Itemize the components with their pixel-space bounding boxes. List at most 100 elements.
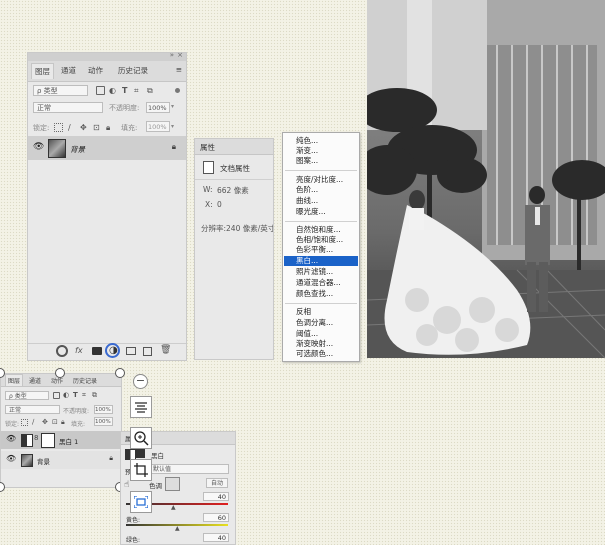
filter-smart-icon[interactable]: ⧉ [92, 391, 97, 400]
tab-layers[interactable]: 图层 [5, 374, 24, 386]
fit-screen-icon[interactable] [130, 491, 152, 513]
filter-adjust-icon[interactable]: ◐ [63, 391, 69, 400]
eye-icon[interactable]: 👁︎ [33, 142, 44, 152]
lock-artboard-icon[interactable]: ⊡ [93, 123, 100, 132]
red-value[interactable]: 40 [203, 492, 229, 501]
tab-channels[interactable]: 通道 [61, 65, 76, 76]
properties-title: 属性 [200, 143, 215, 152]
layer-name[interactable]: 黑白 1 [59, 436, 78, 446]
layer-name[interactable]: 背景 [37, 456, 50, 466]
menu-item-selective-color[interactable]: 可选颜色... [296, 349, 333, 359]
fill-label: 填充: [71, 421, 86, 428]
filter-type-icon[interactable]: T [122, 86, 127, 95]
fill-input[interactable]: 100% [146, 121, 170, 132]
menu-separator [285, 170, 357, 171]
x-value[interactable]: 0 [217, 200, 222, 209]
panel-menu-icon[interactable]: ≡ [176, 65, 182, 74]
lock-artboard-icon[interactable]: ⊡ [52, 418, 58, 427]
resize-handle-tr[interactable] [115, 368, 125, 378]
zoom-out-button[interactable]: − [133, 374, 148, 389]
panel-tabs: 图层 通道 动作 历史记录 ≡ [28, 61, 186, 82]
menu-item-channel-mixer[interactable]: 通道混合器... [296, 278, 341, 288]
menu-item-color-balance[interactable]: 色彩平衡... [296, 245, 333, 255]
menu-item-vibrance[interactable]: 自然饱和度... [296, 225, 341, 235]
menu-item-hue-saturation[interactable]: 色相/饱和度... [296, 235, 343, 245]
green-value[interactable]: 40 [203, 533, 229, 542]
tint-swatch[interactable] [165, 477, 180, 491]
auto-button[interactable]: 自动 [206, 478, 228, 488]
blend-mode-select[interactable]: 正常 [33, 102, 103, 113]
new-layer-icon[interactable] [143, 347, 152, 356]
filter-shape-icon[interactable]: ⌗ [134, 86, 139, 95]
filter-pixel-icon[interactable] [96, 86, 105, 95]
menu-item-threshold[interactable]: 阈值... [296, 329, 318, 339]
layer-filter-select[interactable]: ρ 类型 [33, 85, 88, 96]
eye-icon[interactable]: 👁︎ [6, 454, 16, 463]
menu-item-gradient-map[interactable]: 渐变映射... [296, 339, 333, 349]
filter-toggle-icon[interactable] [175, 88, 180, 93]
filter-type-icon[interactable]: T [73, 391, 78, 400]
zoom-in-icon[interactable] [130, 427, 152, 449]
delete-layer-icon[interactable]: 🗑︎ [160, 345, 171, 355]
lock-transparent-icon[interactable] [54, 123, 63, 132]
width-value[interactable]: 662 像素 [217, 185, 249, 196]
menu-item-invert[interactable]: 反相 [296, 307, 311, 317]
layer-row-bw[interactable]: 👁︎ 8 黑白 1 [1, 431, 121, 449]
filter-shape-icon[interactable]: ⌗ [82, 391, 86, 400]
yellow-value[interactable]: 60 [203, 513, 229, 522]
filter-adjust-icon[interactable]: ◐ [109, 86, 116, 95]
layer-row-background[interactable]: 👁︎ 背景 🔒︎ [28, 136, 186, 160]
lock-paint-icon[interactable]: ∕ [68, 123, 71, 132]
new-group-icon[interactable] [126, 347, 136, 355]
menu-separator [285, 221, 357, 222]
collapse-icon[interactable]: » [170, 51, 174, 59]
yellow-slider-thumb[interactable]: ▲ [175, 525, 180, 532]
menu-item-color-lookup[interactable]: 颜色查找... [296, 289, 333, 299]
lock-paint-icon[interactable]: ∕ [32, 418, 34, 427]
crop-icon[interactable] [130, 459, 152, 481]
close-icon[interactable]: × [177, 51, 183, 59]
filter-pixel-icon[interactable] [53, 392, 60, 399]
menu-item-exposure[interactable]: 曝光度... [296, 207, 326, 217]
fx-icon[interactable]: fx [75, 346, 83, 355]
fill-dropdown-icon[interactable]: ▾ [171, 123, 174, 130]
tab-actions[interactable]: 动作 [88, 65, 103, 76]
lock-all-icon[interactable]: 🔒︎ [61, 418, 65, 427]
layer-name[interactable]: 背景 [70, 144, 85, 155]
lock-transparent-icon[interactable] [21, 419, 28, 426]
opacity-input[interactable]: 100% [94, 405, 113, 414]
menu-item-black-white[interactable]: 黑白... [284, 256, 358, 266]
menu-item-levels[interactable]: 色阶... [296, 185, 318, 195]
fill-input[interactable]: 100% [94, 417, 113, 426]
opacity-dropdown-icon[interactable]: ▾ [171, 103, 174, 110]
add-mask-icon[interactable] [92, 347, 102, 355]
tab-history[interactable]: 历史记录 [73, 376, 97, 385]
tab-history[interactable]: 历史记录 [118, 65, 148, 76]
menu-item-solid-color[interactable]: 纯色... [296, 136, 318, 146]
menu-item-pattern[interactable]: 图案... [296, 156, 318, 166]
link-layers-icon[interactable] [56, 345, 68, 357]
menu-item-brightness-contrast[interactable]: 亮度/对比度... [296, 175, 343, 185]
filter-smart-icon[interactable]: ⧉ [147, 86, 153, 95]
preset-select[interactable]: 默认值 [149, 464, 229, 474]
tab-layers[interactable]: 图层 [31, 63, 54, 79]
layer-row-background[interactable]: 👁︎ 背景 🔒︎ [1, 451, 121, 469]
align-icon[interactable] [130, 396, 152, 418]
tab-channels[interactable]: 通道 [29, 376, 41, 385]
chain-icon[interactable]: 8 [34, 434, 38, 442]
resize-handle-tm[interactable] [55, 368, 65, 378]
resize-handle-ml[interactable] [0, 482, 5, 492]
eye-icon[interactable]: 👁︎ [6, 434, 16, 443]
lock-move-icon[interactable]: ✥ [80, 123, 87, 132]
layer-filter-select[interactable]: ρ 类型 [5, 391, 49, 400]
menu-item-posterize[interactable]: 色调分离... [296, 318, 333, 328]
menu-item-photo-filter[interactable]: 照片滤镜... [296, 267, 333, 277]
red-slider-thumb[interactable]: ▲ [171, 504, 176, 511]
blend-mode-select[interactable]: 正常 [5, 405, 60, 414]
menu-item-curves[interactable]: 曲线... [296, 196, 318, 206]
menu-item-gradient[interactable]: 渐变... [296, 146, 318, 156]
lock-move-icon[interactable]: ✥ [42, 418, 48, 427]
layers-panel: » × 图层 通道 动作 历史记录 ≡ ρ 类型 ◐ T ⌗ ⧉ 正常 不透明度… [27, 51, 187, 361]
opacity-input[interactable]: 100% [146, 102, 170, 113]
lock-all-icon[interactable]: 🔒︎ [106, 123, 110, 132]
